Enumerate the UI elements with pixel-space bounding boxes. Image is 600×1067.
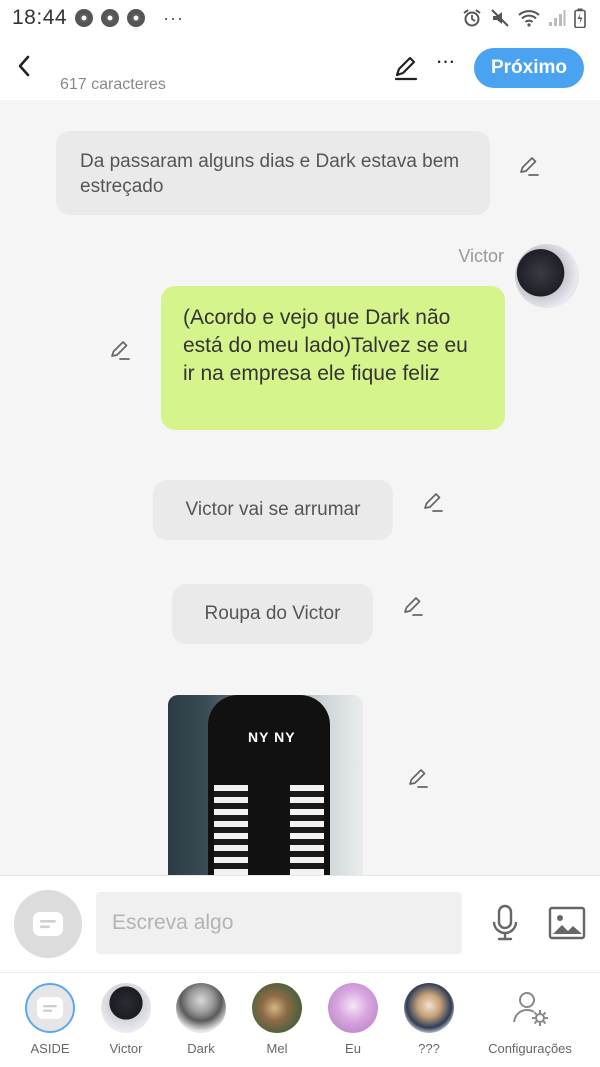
chevron-left-icon [18, 55, 30, 77]
narration-bubble[interactable]: Da passaram alguns dias e Dark estava be… [56, 131, 490, 215]
speech-bubble[interactable]: (Acordo e vejo que Dark não está do meu … [161, 286, 505, 430]
input-bar [0, 875, 600, 972]
pencil-icon [404, 597, 423, 616]
battery-icon [574, 8, 586, 28]
narration-bubble[interactable]: Roupa do Victor [172, 584, 373, 644]
more-options-button[interactable]: ··· [432, 50, 458, 78]
edit-message-button[interactable] [421, 490, 445, 514]
status-more-icon: ··· [163, 7, 185, 28]
avatar [252, 983, 302, 1033]
character-label: Configurações [488, 1041, 572, 1056]
microphone-icon [492, 904, 518, 941]
character-mel[interactable]: Mel [239, 983, 315, 1063]
narration-bubble[interactable]: Victor vai se arrumar [153, 480, 393, 540]
character-label: Mel [266, 1041, 288, 1056]
edit-story-button[interactable] [392, 54, 420, 82]
chrome-icon [127, 9, 146, 27]
outfit-photo[interactable]: NY NY [168, 695, 363, 875]
header: 617 caracteres ··· Próximo [0, 36, 600, 100]
status-time: 18:44 [12, 6, 68, 29]
speaker-avatar[interactable] [515, 244, 579, 308]
pencil-icon [409, 769, 428, 788]
character-unknown[interactable]: ??? [391, 983, 467, 1063]
pencil-icon [111, 341, 130, 360]
settings-button[interactable]: Configurações [482, 983, 578, 1063]
character-bar: ASIDE Victor Dark Mel Eu ??? Configuraçõ… [0, 972, 600, 1067]
chat-area[interactable]: Da passaram alguns dias e Dark estava be… [0, 100, 600, 875]
edit-message-button[interactable] [108, 338, 132, 362]
status-left: 18:44 ··· [12, 6, 184, 30]
avatar [101, 983, 151, 1033]
edit-message-button[interactable] [406, 766, 430, 790]
character-label: Victor [109, 1041, 143, 1056]
status-right [462, 8, 586, 28]
aside-avatar [25, 983, 75, 1033]
character-eu[interactable]: Eu [315, 983, 391, 1063]
character-label: Eu [345, 1041, 361, 1056]
back-button[interactable] [10, 50, 38, 82]
edit-message-button[interactable] [401, 594, 425, 618]
striped-sleeve [290, 785, 324, 875]
pencil-icon [424, 493, 443, 512]
microphone-button[interactable] [489, 904, 521, 942]
character-label: Dark [187, 1041, 215, 1056]
character-dark[interactable]: Dark [163, 983, 239, 1063]
character-count: 617 caracteres [60, 76, 166, 93]
image-icon [548, 906, 586, 940]
pen-icon [394, 56, 418, 81]
pencil-icon [520, 157, 539, 176]
hoodie-print: NY NY [248, 729, 296, 745]
speaker-name: Victor [458, 246, 504, 266]
message-mode-button[interactable] [14, 890, 82, 958]
avatar [404, 983, 454, 1033]
image-button[interactable] [548, 906, 586, 940]
mute-icon [490, 8, 510, 28]
character-victor[interactable]: Victor [88, 983, 164, 1063]
edit-message-button[interactable] [517, 154, 541, 178]
character-label: ASIDE [30, 1041, 70, 1056]
character-label: ??? [418, 1041, 440, 1056]
signal-icon [548, 9, 566, 27]
aside-icon [37, 997, 63, 1019]
wifi-icon [518, 9, 540, 27]
alarm-icon [462, 8, 482, 28]
message-input[interactable] [96, 892, 462, 954]
striped-sleeve [214, 785, 248, 875]
message-icon [33, 912, 63, 936]
next-button[interactable]: Próximo [474, 48, 584, 88]
status-bar: 18:44 ··· [0, 0, 600, 36]
avatar [176, 983, 226, 1033]
character-aside[interactable]: ASIDE [12, 983, 88, 1063]
chrome-icon [101, 9, 120, 27]
chrome-icon [75, 9, 94, 27]
user-settings-icon [505, 983, 555, 1033]
avatar [328, 983, 378, 1033]
